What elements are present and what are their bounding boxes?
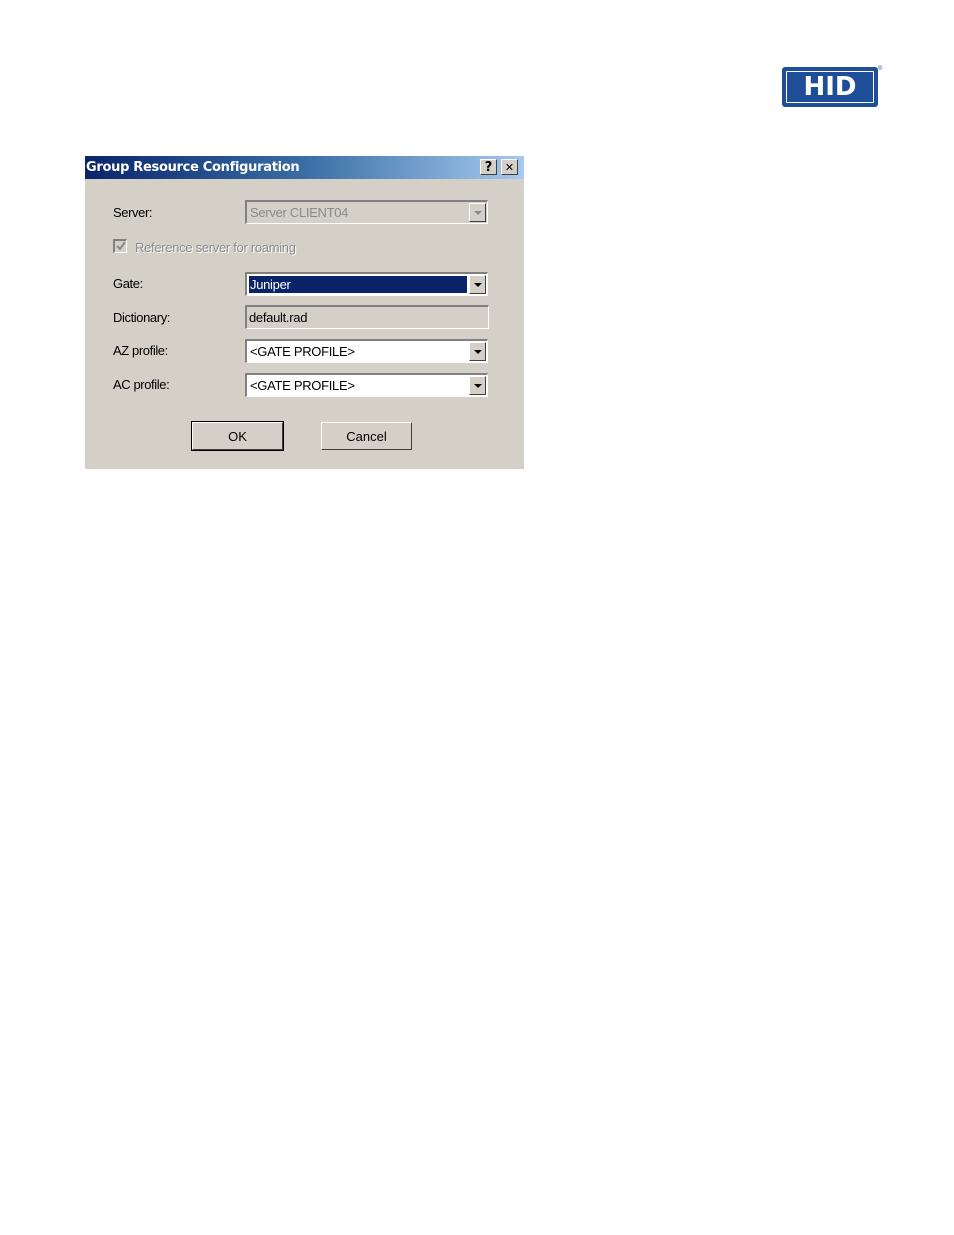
chevron-down-icon	[473, 383, 482, 388]
gate-combobox[interactable]: Juniper	[245, 272, 488, 296]
gate-label: Gate:	[113, 276, 143, 291]
help-icon: ?	[484, 159, 493, 175]
gate-dropdown-button[interactable]	[469, 275, 486, 294]
ac-profile-value: <GATE PROFILE>	[250, 378, 355, 393]
server-label: Server:	[113, 205, 153, 220]
cancel-button[interactable]: Cancel	[321, 422, 412, 450]
checkmark-icon	[116, 241, 126, 251]
ok-button[interactable]: OK	[191, 421, 284, 451]
hid-logo: HID	[782, 67, 878, 107]
dictionary-label: Dictionary:	[113, 310, 171, 325]
reference-roaming-checkbox[interactable]	[113, 239, 127, 253]
dictionary-field: default.rad	[245, 305, 489, 329]
group-resource-configuration-dialog: Group Resource Configuration ? ✕ Server:…	[85, 156, 524, 469]
server-dropdown-button[interactable]	[469, 203, 486, 222]
reference-roaming-label: Reference server for roaming	[135, 240, 296, 255]
help-button[interactable]: ?	[480, 159, 497, 175]
ac-profile-label: AC profile:	[113, 377, 170, 392]
ac-profile-dropdown-button[interactable]	[469, 376, 486, 395]
gate-combobox-value: Juniper	[249, 276, 467, 293]
az-profile-dropdown-button[interactable]	[469, 342, 486, 361]
close-icon: ✕	[504, 160, 515, 174]
server-combobox-value: Server CLIENT04	[250, 205, 349, 220]
close-button[interactable]: ✕	[501, 159, 518, 175]
dialog-titlebar[interactable]: Group Resource Configuration ? ✕	[85, 156, 524, 179]
az-profile-label: AZ profile:	[113, 343, 168, 358]
ac-profile-combobox[interactable]: <GATE PROFILE>	[245, 373, 488, 397]
dialog-title: Group Resource Configuration	[86, 160, 300, 175]
server-combobox[interactable]: Server CLIENT04	[245, 200, 488, 224]
chevron-down-icon	[473, 349, 482, 354]
chevron-down-icon	[473, 210, 482, 215]
registered-mark: ®	[878, 66, 883, 72]
chevron-down-icon	[473, 282, 482, 287]
az-profile-combobox[interactable]: <GATE PROFILE>	[245, 339, 488, 363]
hid-logo-text: HID	[786, 71, 874, 103]
az-profile-value: <GATE PROFILE>	[250, 344, 355, 359]
dictionary-value: default.rad	[249, 310, 308, 325]
